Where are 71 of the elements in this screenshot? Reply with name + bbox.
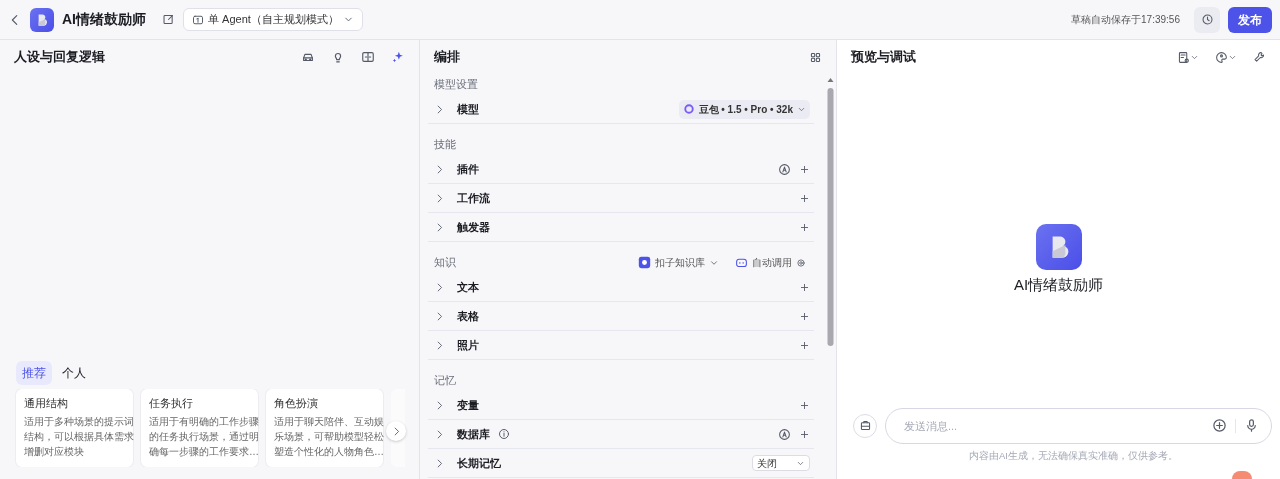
section-title: 记忆 xyxy=(434,373,457,389)
card-title: 任务执行 xyxy=(149,396,194,411)
row-label: 长期记忆 xyxy=(457,455,501,471)
section-title: 技能 xyxy=(434,137,457,153)
panel-title: 人设与回复逻辑 xyxy=(14,48,106,67)
row-label: 表格 xyxy=(457,308,479,324)
model-logo-icon xyxy=(682,103,695,115)
robot-icon xyxy=(735,256,748,269)
bot-logo-icon xyxy=(1035,224,1082,270)
add-icon[interactable] xyxy=(799,163,810,175)
knowledge-base-icon xyxy=(638,256,651,269)
document-icon xyxy=(1177,50,1190,64)
settings-icon xyxy=(796,257,806,268)
card-title: 通用结构 xyxy=(24,396,69,411)
row-label: 文本 xyxy=(457,279,479,295)
publish-button[interactable]: 发布 xyxy=(1228,6,1272,33)
grid-icon[interactable] xyxy=(809,50,822,64)
autosave-status: 草稿自动保存于17:39:56 xyxy=(1071,13,1180,27)
card-description: 适用于多种场景的提示词结构，可以根据具体需求增删对应模块 xyxy=(24,414,134,459)
add-attachment-icon[interactable] xyxy=(1212,418,1227,434)
split-view-icon[interactable] xyxy=(361,50,375,64)
microphone-icon[interactable] xyxy=(1244,418,1259,434)
card-description: 适用于聊天陪伴、互动娱乐场景，可帮助模型轻松塑造个性化的人物角色… xyxy=(274,414,384,459)
memory-dropdown[interactable]: 关闭 xyxy=(752,455,810,471)
add-icon[interactable] xyxy=(799,339,810,351)
call-mode-button[interactable]: 自动调用 xyxy=(735,255,806,270)
row-label: 模型 xyxy=(457,101,479,117)
add-icon[interactable] xyxy=(799,310,810,322)
bot-title: AI情绪鼓励师 xyxy=(62,10,146,29)
card-description: 适用于有明确的工作步骤的任务执行场景，通过明确每一步骤的工作要求… xyxy=(149,414,259,459)
template-card[interactable]: 通用结构 适用于多种场景的提示词结构，可以根据具体需求增删对应模块 xyxy=(16,389,133,467)
bot-name: AI情绪鼓励师 xyxy=(1013,275,1104,295)
disclaimer: 内容由AI生成，无法确保真实准确，仅供参考。 xyxy=(968,448,1179,463)
add-icon[interactable] xyxy=(799,428,810,440)
card-title: 角色扮演 xyxy=(274,396,319,411)
row-label: 变量 xyxy=(457,397,479,413)
row-label: 数据库 xyxy=(457,426,490,442)
mode-dropdown[interactable]: 单 Agent（自主规划模式） xyxy=(183,8,363,31)
message-input[interactable]: 发送消息... xyxy=(902,416,1204,435)
add-icon[interactable] xyxy=(799,399,810,411)
row-label: 触发器 xyxy=(457,219,490,235)
add-icon[interactable] xyxy=(799,281,810,293)
edit-icon[interactable] xyxy=(162,13,175,26)
row-label: 工作流 xyxy=(457,190,490,206)
auto-icon[interactable] xyxy=(778,427,791,441)
info-icon[interactable] xyxy=(498,428,510,440)
wrench-icon[interactable] xyxy=(1253,50,1266,64)
sparkle-icon[interactable] xyxy=(391,50,405,64)
template-tab[interactable]: 推荐 xyxy=(16,361,52,385)
row-label: 插件 xyxy=(457,161,479,177)
section-title: 知识 xyxy=(434,255,457,271)
briefcase-icon xyxy=(858,419,872,433)
history-icon xyxy=(1200,13,1214,26)
agent-icon xyxy=(192,13,204,26)
palette-icon xyxy=(1215,50,1228,64)
template-card[interactable]: 角色扮演 适用于聊天陪伴、互动娱乐场景，可帮助模型轻松塑造个性化的人物角色… xyxy=(266,389,383,467)
section-title: 模型设置 xyxy=(434,77,479,93)
history-button[interactable] xyxy=(1194,6,1220,33)
row-label: 照片 xyxy=(457,337,479,353)
debug-dropdown[interactable] xyxy=(1177,50,1199,64)
add-icon[interactable] xyxy=(799,192,810,204)
auto-icon[interactable] xyxy=(778,162,791,176)
panel-title: 预览与调试 xyxy=(851,48,917,67)
template-tab[interactable]: 个人 xyxy=(56,361,92,385)
add-icon[interactable] xyxy=(799,221,810,233)
panel-title: 编排 xyxy=(434,48,461,67)
template-card[interactable]: 任务执行 适用于有明确的工作步骤的任务执行场景，通过明确每一步骤的工作要求… xyxy=(141,389,258,467)
knowledge-source-dropdown[interactable]: 扣子知识库 xyxy=(638,255,719,270)
model-dropdown[interactable]: 豆包 • 1.5 • Pro • 32k xyxy=(678,99,810,119)
bot-logo-icon xyxy=(30,7,54,32)
theme-dropdown[interactable] xyxy=(1215,50,1237,64)
